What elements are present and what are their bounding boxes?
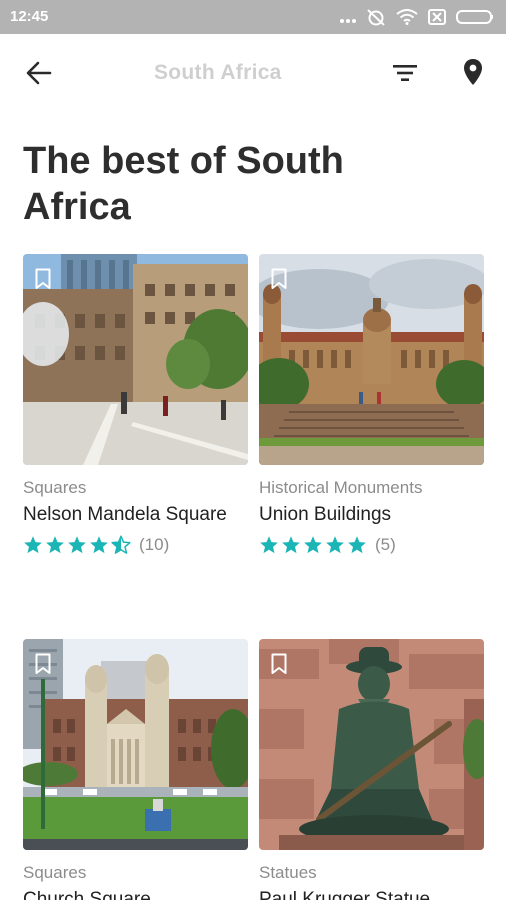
no-alarm-icon <box>366 8 386 31</box>
bookmark-icon[interactable] <box>35 653 51 675</box>
place-name: Union Buildings <box>259 504 392 525</box>
star-full-icon <box>23 535 43 555</box>
status-time: 12:45 <box>10 8 49 25</box>
place-card-church-square[interactable]: Squares Church Square <box>23 639 248 900</box>
more-dots-icon <box>340 11 356 29</box>
star-full-icon <box>45 535 65 555</box>
place-name: Nelson Mandela Square <box>23 504 227 525</box>
place-photo <box>23 639 248 850</box>
star-full-icon <box>347 535 367 555</box>
place-photo <box>259 639 484 850</box>
place-category: Statues <box>259 863 317 882</box>
place-category: Squares <box>23 863 87 882</box>
place-photo <box>23 254 248 465</box>
place-category: Squares <box>23 478 87 497</box>
page-title: The best of South Africa <box>23 140 344 228</box>
location-button[interactable] <box>456 56 490 92</box>
battery-icon <box>456 9 494 30</box>
star-full-icon <box>281 535 301 555</box>
star-full-icon <box>89 535 109 555</box>
place-category: Historical Monuments <box>259 478 423 497</box>
map-pin-icon <box>463 58 483 91</box>
app-bar: South Africa <box>0 34 506 114</box>
place-card-union-buildings[interactable]: Historical Monuments Union Buildings (5) <box>259 254 484 554</box>
arrow-left-icon <box>26 60 52 91</box>
status-bar: 12:45 <box>0 0 506 34</box>
wifi-icon <box>396 9 418 30</box>
review-count: (10) <box>139 535 170 554</box>
bookmark-icon[interactable] <box>271 268 287 290</box>
star-full-icon <box>325 535 345 555</box>
place-rating: (5) <box>259 535 396 555</box>
star-half-icon <box>111 535 131 555</box>
star-full-icon <box>67 535 87 555</box>
bookmark-icon[interactable] <box>35 268 51 290</box>
filter-icon <box>393 64 417 87</box>
place-rating: (10) <box>23 535 169 555</box>
star-full-icon <box>303 535 323 555</box>
sim-off-icon <box>428 9 446 30</box>
back-button[interactable] <box>22 58 56 92</box>
place-card-paul-krugger-statue[interactable]: Statues Paul Krugger Statue <box>259 639 484 900</box>
place-photo <box>259 254 484 465</box>
status-icons <box>340 8 494 31</box>
place-name: Paul Krugger Statue <box>259 889 431 900</box>
place-card-nelson-mandela-square[interactable]: Squares Nelson Mandela Square (10) <box>23 254 248 554</box>
review-count: (5) <box>375 535 396 554</box>
filter-button[interactable] <box>388 58 422 92</box>
bookmark-icon[interactable] <box>271 653 287 675</box>
app-bar-title: South Africa <box>154 61 282 84</box>
star-full-icon <box>259 535 279 555</box>
place-name: Church Square <box>23 889 151 900</box>
